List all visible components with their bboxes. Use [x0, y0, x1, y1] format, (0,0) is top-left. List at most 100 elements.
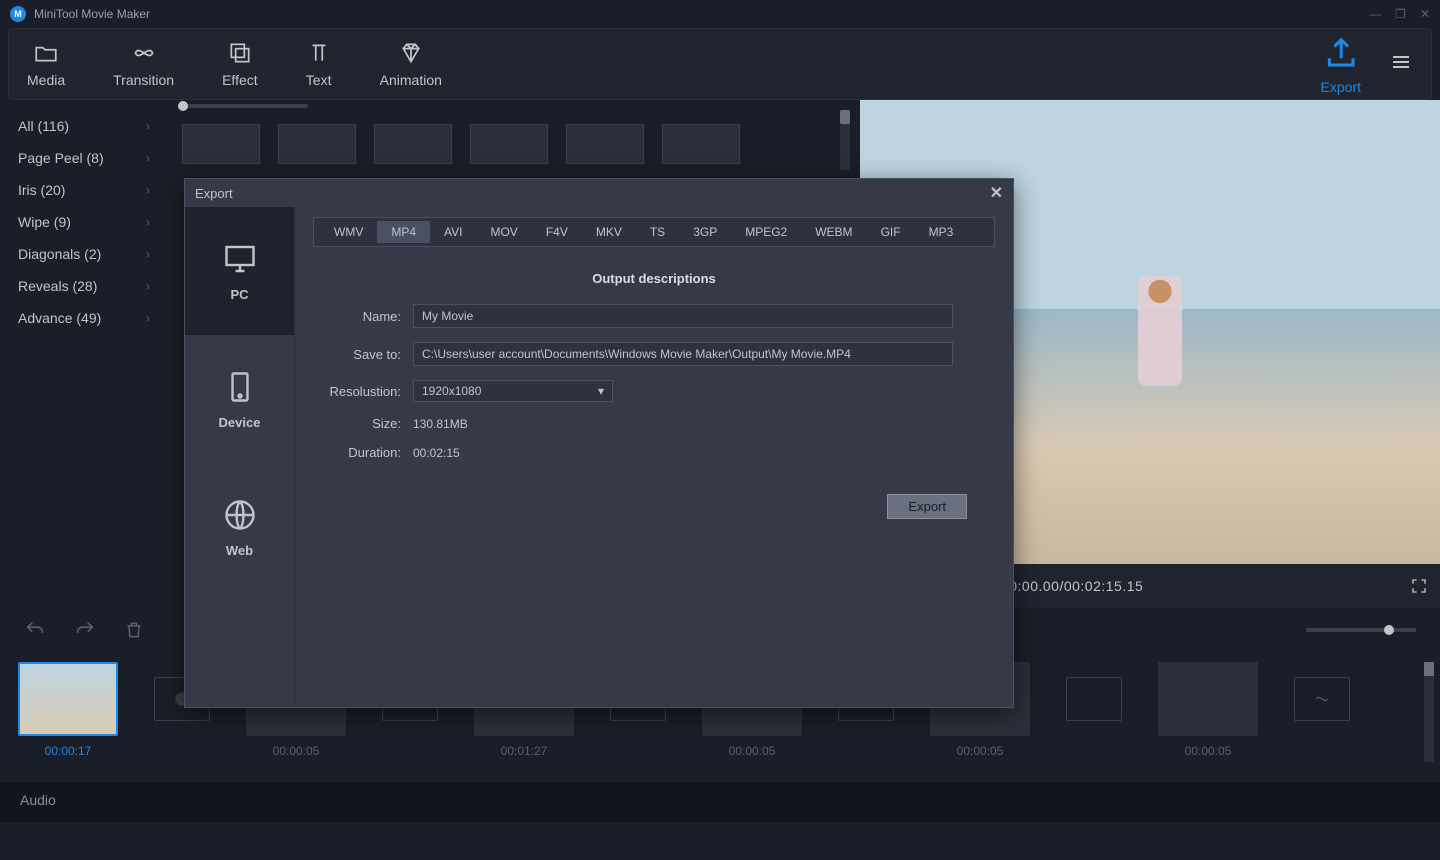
format-tab-gif[interactable]: GIF — [867, 221, 915, 243]
clip-thumbnail — [1158, 662, 1258, 736]
trash-icon[interactable] — [124, 620, 144, 640]
timeline-clip[interactable] — [1294, 662, 1350, 721]
format-tab-mov[interactable]: MOV — [476, 221, 531, 243]
export-target-label: Web — [226, 543, 253, 558]
size-value: 130.81MB — [413, 417, 995, 431]
clip-thumbnail — [1294, 677, 1350, 721]
undo-icon[interactable] — [24, 619, 46, 641]
timeline-scrollbar[interactable] — [1424, 662, 1434, 762]
transition-thumb[interactable] — [374, 124, 452, 164]
format-tab-mp3[interactable]: MP3 — [915, 221, 968, 243]
fullscreen-icon[interactable] — [1410, 577, 1428, 595]
format-tabs: WMV MP4 AVI MOV F4V MKV TS 3GP MPEG2 WEB… — [313, 217, 995, 247]
chevron-right-icon: › — [146, 247, 150, 261]
sidebar-item-all[interactable]: All (116)› — [0, 110, 168, 142]
clip-thumbnail — [1066, 677, 1122, 721]
export-target-device[interactable]: Device — [185, 335, 294, 463]
export-confirm-button[interactable]: Export — [887, 494, 967, 519]
clip-duration: 00:00:17 — [45, 744, 92, 758]
format-tab-f4v[interactable]: F4V — [532, 221, 582, 243]
export-icon — [1321, 33, 1361, 73]
redo-icon[interactable] — [74, 619, 96, 641]
export-target-web[interactable]: Web — [185, 463, 294, 591]
app-logo-icon: M — [10, 6, 26, 22]
text-button[interactable]: Text — [306, 40, 332, 88]
effect-icon — [227, 40, 253, 66]
clip-thumbnail — [18, 662, 118, 736]
sidebar-item-diagonals[interactable]: Diagonals (2)› — [0, 238, 168, 270]
chevron-right-icon: › — [146, 311, 150, 325]
format-tab-mkv[interactable]: MKV — [582, 221, 636, 243]
sidebar-item-label: Advance (49) — [18, 310, 101, 326]
sidebar-item-label: All (116) — [18, 118, 69, 134]
timeline-clip[interactable]: 00:00:17 — [18, 662, 118, 758]
timeline-clip[interactable]: 00:00:05 — [1158, 662, 1258, 758]
save-to-input[interactable] — [413, 342, 953, 366]
timeline-clip[interactable] — [1066, 662, 1122, 721]
sidebar-item-reveals[interactable]: Reveals (28) › — [0, 270, 168, 302]
export-target-label: Device — [219, 415, 261, 430]
titlebar: M MiniTool Movie Maker — ❐ ✕ — [0, 0, 1440, 28]
chevron-right-icon: › — [146, 279, 150, 293]
transition-thumb[interactable] — [662, 124, 740, 164]
output-heading: Output descriptions — [313, 271, 995, 286]
sidebar-item-label: Page Peel (8) — [18, 150, 104, 166]
close-button[interactable]: ✕ — [1420, 7, 1430, 21]
gallery-scrub[interactable] — [168, 100, 854, 114]
zoom-slider[interactable] — [1306, 628, 1416, 632]
sidebar-item-iris[interactable]: Iris (20)› — [0, 174, 168, 206]
maximize-button[interactable]: ❐ — [1395, 7, 1406, 21]
gallery-scrollbar[interactable] — [840, 110, 850, 170]
resolution-label: Resolustion: — [313, 384, 401, 399]
minimize-button[interactable]: — — [1369, 7, 1381, 21]
transition-thumb[interactable] — [470, 124, 548, 164]
format-tab-wmv[interactable]: WMV — [320, 221, 377, 243]
chevron-right-icon: › — [146, 215, 150, 229]
globe-icon — [222, 497, 258, 533]
clip-duration: 00:00:05 — [729, 744, 776, 758]
duration-label: Duration: — [313, 445, 401, 460]
format-tab-avi[interactable]: AVI — [430, 221, 476, 243]
transition-thumb[interactable] — [182, 124, 260, 164]
sidebar-item-wipe[interactable]: Wipe (9) › — [0, 206, 168, 238]
sidebar-item-advance[interactable]: Advance (49) › — [0, 302, 168, 334]
size-label: Size: — [313, 416, 401, 431]
chevron-down-icon: ▾ — [598, 384, 604, 398]
effect-button[interactable]: Effect — [222, 40, 258, 88]
clip-duration: 00:01:27 — [501, 744, 548, 758]
clip-duration: 00:00:05 — [1185, 744, 1232, 758]
animation-label: Animation — [380, 72, 442, 88]
animation-button[interactable]: Animation — [380, 40, 442, 88]
transition-thumb[interactable] — [566, 124, 644, 164]
effect-label: Effect — [222, 72, 258, 88]
format-tab-ts[interactable]: TS — [636, 221, 679, 243]
resolution-select[interactable]: 1920x1080 ▾ — [413, 380, 613, 402]
sidebar-item-page-peel[interactable]: Page Peel (8)› — [0, 142, 168, 174]
save-to-label: Save to: — [313, 347, 401, 362]
transition-button[interactable]: Transition — [113, 40, 174, 88]
clip-duration: 00:00:05 — [957, 744, 1004, 758]
name-label: Name: — [313, 309, 401, 324]
sidebar-item-label: Wipe (9) — [18, 214, 71, 230]
text-label: Text — [306, 72, 332, 88]
format-tab-mpeg2[interactable]: MPEG2 — [731, 221, 801, 243]
name-input[interactable] — [413, 304, 953, 328]
format-tab-webm[interactable]: WEBM — [801, 221, 866, 243]
export-button[interactable]: Export — [1321, 33, 1361, 95]
dialog-close-button[interactable]: ✕ — [990, 183, 1003, 203]
hamburger-menu-button[interactable] — [1389, 50, 1413, 79]
transition-thumb[interactable] — [278, 124, 356, 164]
export-target-sidebar: PC Device Web — [185, 207, 295, 707]
format-tab-3gp[interactable]: 3GP — [679, 221, 731, 243]
media-button[interactable]: Media — [27, 40, 65, 88]
sidebar-item-label: Reveals (28) — [18, 278, 97, 294]
export-target-label: PC — [230, 287, 248, 302]
duration-value: 00:02:15 — [413, 446, 995, 460]
export-target-pc[interactable]: PC — [185, 207, 294, 335]
monitor-icon — [222, 241, 258, 277]
audio-track-label: Audio — [0, 782, 1440, 822]
resolution-value: 1920x1080 — [422, 384, 481, 398]
format-tab-mp4[interactable]: MP4 — [377, 221, 430, 243]
main-toolbar: Media Transition Effect Text Animation E… — [8, 28, 1432, 100]
transition-icon — [131, 40, 157, 66]
